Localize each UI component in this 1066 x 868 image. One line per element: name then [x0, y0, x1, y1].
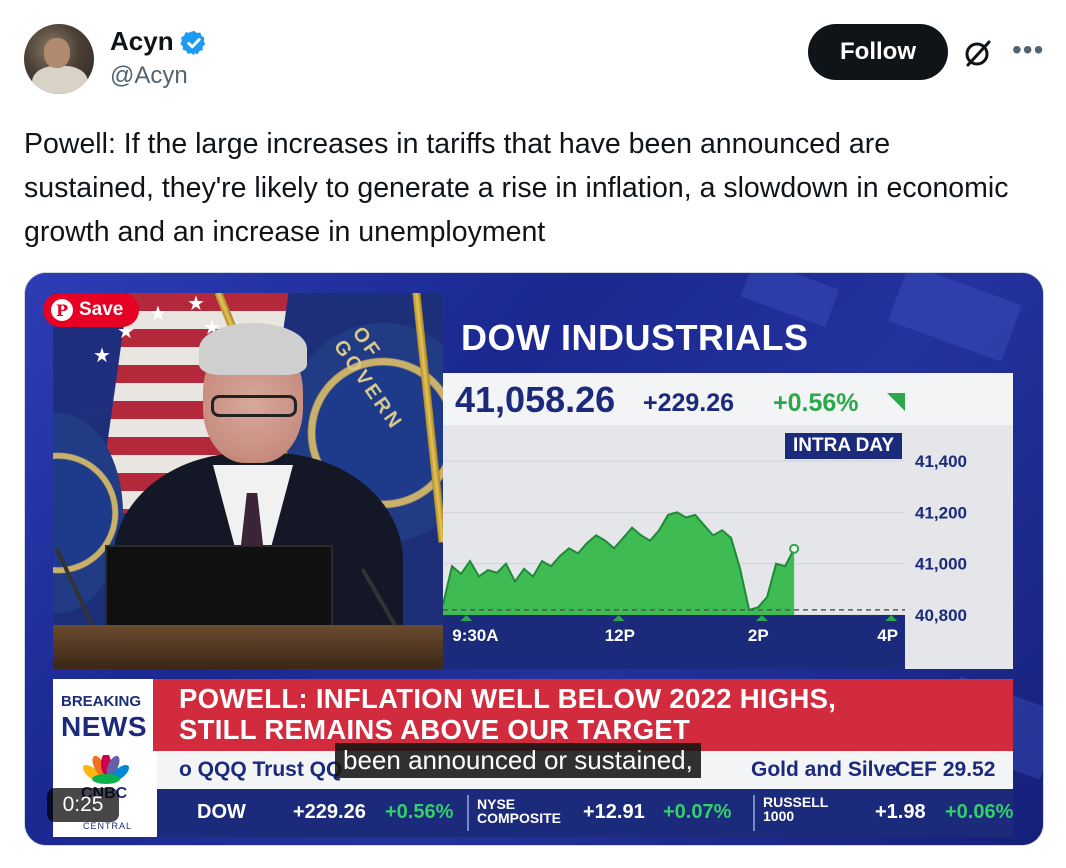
ticker-item: o QQQ Trust QQ [179, 758, 343, 781]
ticker-bottom: DOW +229.26 +0.56% NYSE COMPOSITE +12.91… [53, 789, 1013, 837]
nyse-label: NYSE [477, 796, 516, 812]
x-axis-band [443, 615, 905, 669]
dow-label: DOW [197, 801, 246, 823]
nyse-pct: +0.07% [663, 801, 732, 823]
dow-pct: +0.56% [385, 801, 454, 823]
follow-button[interactable]: Follow [808, 24, 948, 80]
russell-pct: +0.06% [945, 801, 1014, 823]
chart-svg: 9:30A 12P 2P 4P 41,400 41,200 41,000 40,800 [443, 452, 967, 669]
x-tick-label: 4P [877, 626, 898, 645]
news-label: NEWS [61, 711, 147, 742]
up-arrow-icon [887, 393, 905, 411]
ticker-item: Gold and Silve [751, 758, 897, 781]
y-tick-label: 41,000 [915, 555, 967, 574]
index-change-pct: +0.56% [773, 389, 859, 417]
nyse-change: +12.91 [583, 801, 645, 823]
verified-badge-icon [180, 30, 206, 56]
y-tick-label: 41,400 [915, 452, 967, 471]
pinterest-save-button[interactable]: P Save [43, 293, 139, 327]
intraday-label: INTRA DAY [785, 433, 902, 459]
pinterest-icon: P [51, 299, 73, 321]
display-name[interactable]: Acyn [110, 26, 174, 57]
handle[interactable]: @Acyn [110, 62, 188, 90]
more-icon[interactable]: ••• [1012, 36, 1044, 64]
grok-icon[interactable] [962, 37, 994, 69]
ticker-item: CEF 29.52 [895, 758, 996, 781]
peacock-icon [83, 755, 129, 784]
avatar-face [44, 38, 70, 68]
video-timestamp: 0:25 [47, 788, 119, 822]
video-player[interactable]: ★ ★ ★ ★ ★ ★ OF GOVERN P Save DOW INDUSTR… [24, 272, 1044, 846]
headline: POWELL: INFLATION WELL BELOW 2022 HIGHS,… [179, 683, 836, 745]
breaking-news-banner: BREAKING NEWS POWELL: INFLATION WELL BEL… [53, 679, 1013, 751]
cnbc-sub-label: CENTRAL [83, 821, 133, 831]
x-tick-label: 9:30A [452, 626, 498, 645]
dow-change: +229.26 [293, 801, 366, 823]
x-tick-label: 2P [748, 626, 769, 645]
russell-label: RUSSELL [763, 794, 829, 810]
index-change: +229.26 [643, 389, 735, 417]
speaker-video-frame: ★ ★ ★ ★ ★ ★ OF GOVERN [53, 293, 443, 669]
x-tick-label: 12P [605, 626, 635, 645]
headline-line-1: POWELL: INFLATION WELL BELOW 2022 HIGHS, [179, 683, 837, 714]
chart-title: DOW INDUSTRIALS [461, 317, 809, 358]
quote-bar: 41,058.26 +229.26 +0.56% [443, 373, 1013, 425]
russell-change: +1.98 [875, 801, 926, 823]
breaking-news-tag: BREAKING NEWS [53, 679, 153, 751]
index-price: 41,058.26 [455, 379, 616, 420]
y-tick-label: 40,800 [915, 606, 967, 625]
save-label: Save [79, 299, 124, 320]
avatar-body [32, 66, 88, 94]
closed-caption: been announced or sustained, [335, 743, 701, 778]
y-tick-label: 41,200 [915, 503, 967, 522]
composite-label: COMPOSITE [477, 810, 562, 826]
breaking-label: BREAKING [61, 693, 142, 710]
avatar[interactable] [24, 24, 94, 94]
intraday-chart: 9:30A 12P 2P 4P 41,400 41,200 41,000 40,800 INT… [443, 425, 1013, 669]
last-point-marker [789, 543, 800, 554]
headline-line-2: STILL REMAINS ABOVE OUR TARGET [179, 714, 691, 745]
russell-1000-label: 1000 [763, 808, 795, 824]
tweet-text: Powell: If the large increases in tariff… [24, 128, 1009, 248]
